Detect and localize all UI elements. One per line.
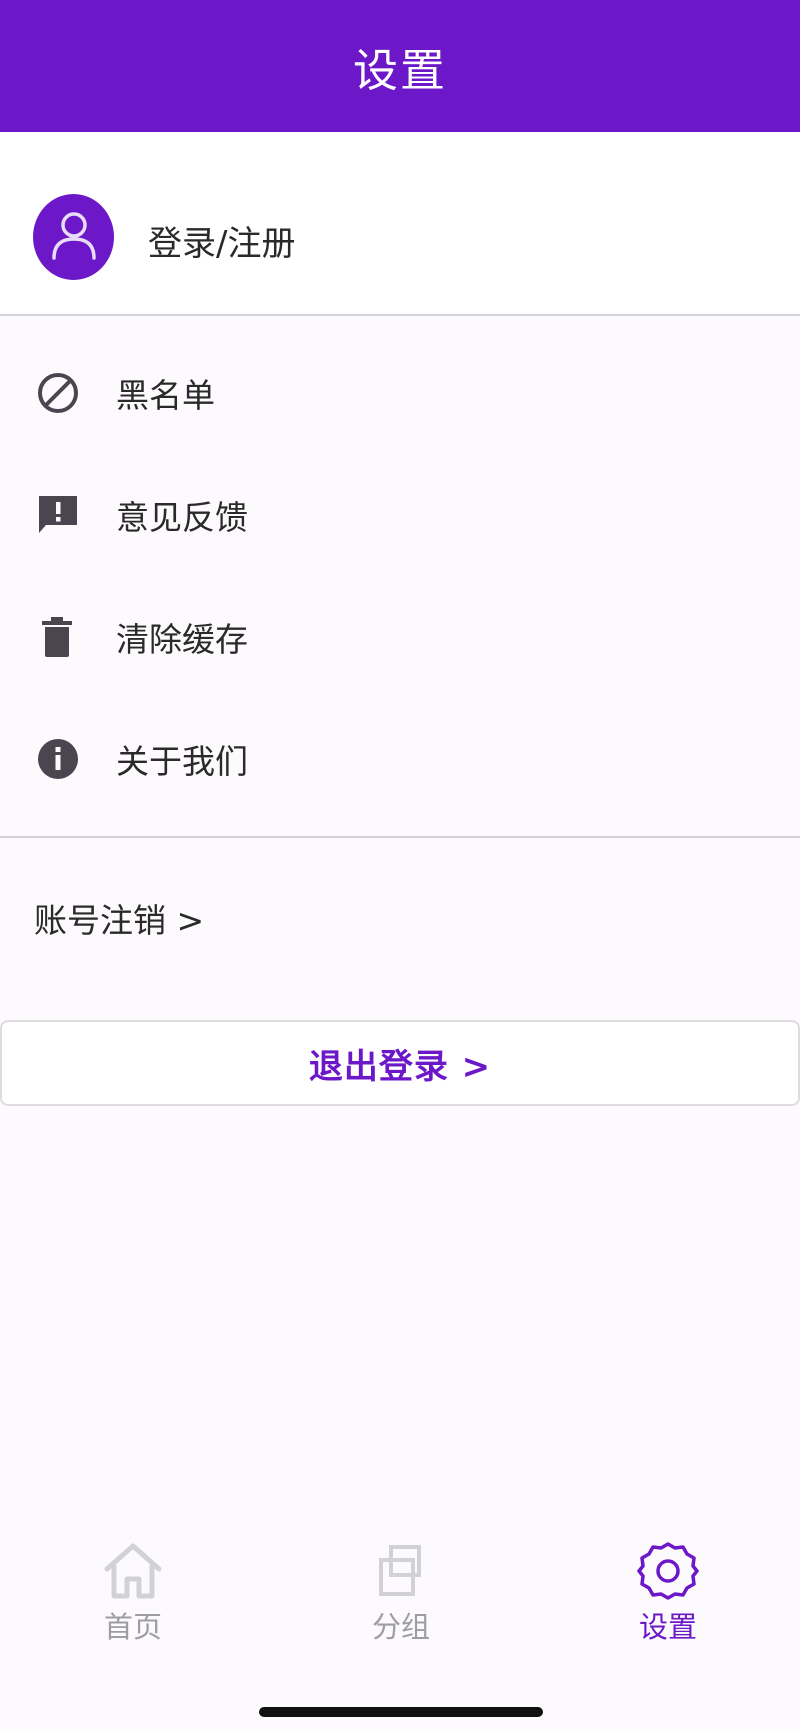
divider <box>0 836 800 838</box>
menu-item-clear-cache[interactable]: 清除缓存 <box>0 576 800 698</box>
account-deactivate-label: 账号注销 > <box>34 901 205 940</box>
login-register-row[interactable]: 登录/注册 <box>0 132 800 314</box>
logout-label: 退出登录 > <box>308 1046 492 1087</box>
block-icon <box>34 369 82 417</box>
logout-button[interactable]: 退出登录 > <box>0 1020 800 1106</box>
trash-icon <box>34 613 82 661</box>
app-bar: 设置 <box>0 0 800 132</box>
avatar[interactable] <box>33 194 114 280</box>
tab-settings[interactable]: 设置 <box>588 1540 748 1650</box>
menu-item-label: 清除缓存 <box>116 620 248 659</box>
page-title: 设置 <box>352 43 447 97</box>
feedback-icon <box>34 491 82 539</box>
bottom-tab-bar: 首页 分组 设置 <box>0 1520 800 1660</box>
tab-group[interactable]: 分组 <box>321 1540 481 1650</box>
menu-item-feedback[interactable]: 意见反馈 <box>0 454 800 576</box>
tab-label: 分组 <box>371 1610 430 1644</box>
menu-item-blacklist[interactable]: 黑名单 <box>0 332 800 454</box>
menu-item-label: 黑名单 <box>116 376 215 415</box>
divider <box>0 314 800 316</box>
group-icon <box>370 1540 432 1602</box>
tab-home[interactable]: 首页 <box>53 1540 213 1650</box>
menu-item-about-us[interactable]: 关于我们 <box>0 698 800 820</box>
account-deactivate-link[interactable]: 账号注销 > <box>0 874 800 962</box>
info-icon <box>34 735 82 783</box>
gear-icon <box>637 1540 699 1602</box>
tab-label: 设置 <box>638 1610 697 1644</box>
menu-item-label: 意见反馈 <box>116 498 248 537</box>
user-icon <box>49 208 99 266</box>
menu-item-label: 关于我们 <box>116 742 248 781</box>
tab-label: 首页 <box>103 1610 162 1644</box>
settings-screen: 设置 登录/注册 黑名单 意见反馈 清除缓存 关于我们 账号注销 > 退出登录 … <box>0 0 800 1731</box>
home-icon <box>102 1540 164 1602</box>
login-register-label: 登录/注册 <box>148 224 296 264</box>
home-indicator[interactable] <box>259 1707 543 1717</box>
